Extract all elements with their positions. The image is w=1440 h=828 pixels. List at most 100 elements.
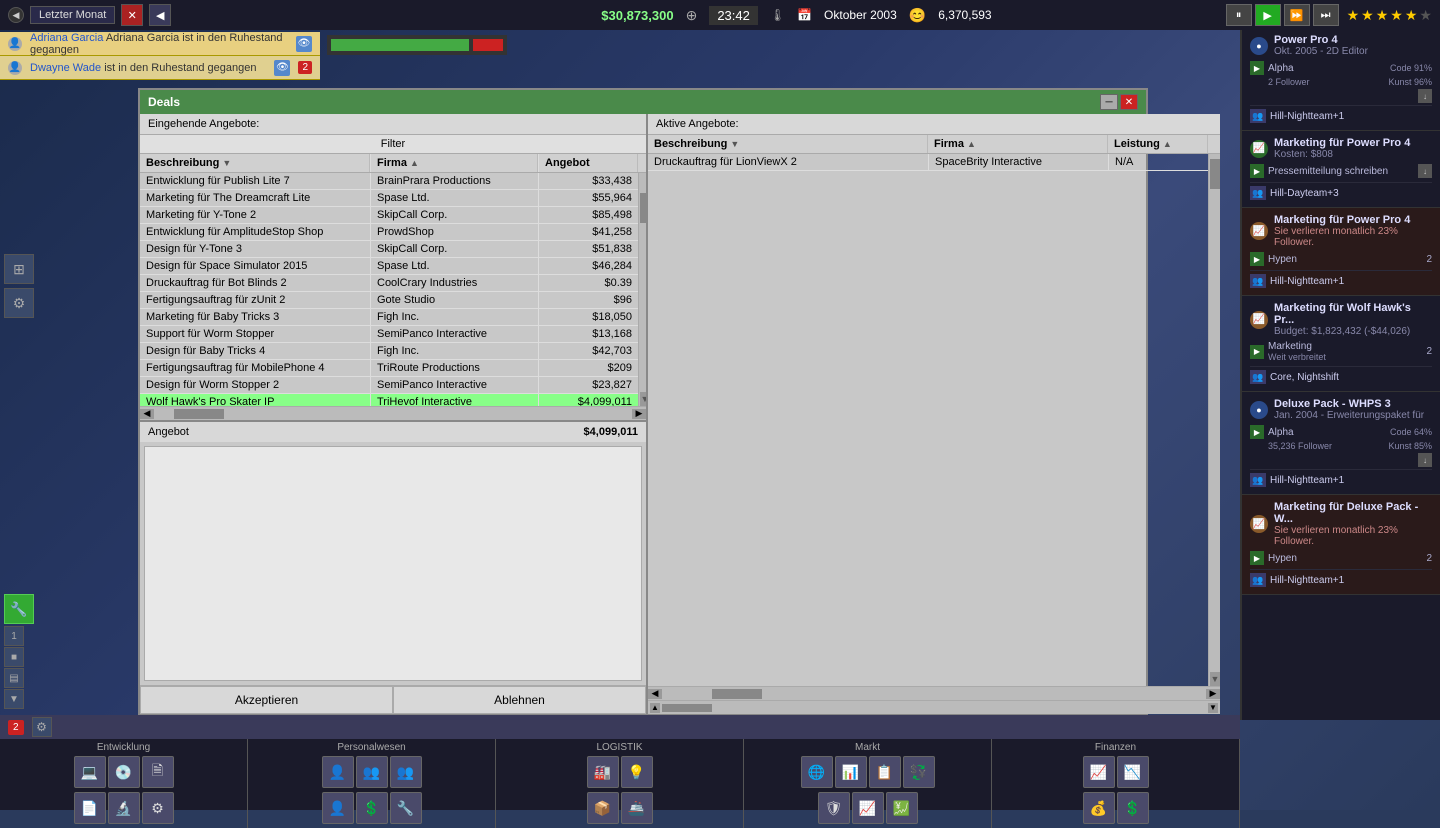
logistik-icon-2[interactable]: 💡 — [621, 756, 653, 788]
sidebar-icon-1[interactable]: 1 — [4, 626, 24, 646]
decline-button[interactable]: Ablehnen — [393, 686, 646, 714]
sidebar-icon-2[interactable]: ■ — [4, 647, 24, 667]
notification-count-badge[interactable]: 2 — [8, 720, 24, 735]
finanzen-icon-3[interactable]: 💰 — [1083, 792, 1115, 824]
task-play-6[interactable]: ▶ — [1250, 551, 1264, 565]
markt-icon-4[interactable]: 💱 — [903, 756, 935, 788]
markt-icon-2[interactable]: 📊 — [835, 756, 867, 788]
filter-row[interactable]: Filter — [140, 135, 646, 154]
task-play-5[interactable]: ▶ — [1250, 425, 1264, 439]
table-row[interactable]: Druckauftrag für LionViewX 2 SpaceBrity … — [648, 154, 1208, 171]
deals-titlebar: Deals ─ ✕ — [140, 90, 1146, 114]
personal-icon-5[interactable]: 💲 — [356, 792, 388, 824]
table-row[interactable]: Fertigungsauftrag für zUnit 2 Gote Studi… — [140, 292, 638, 309]
finanzen-icon-2[interactable]: 📉 — [1117, 756, 1149, 788]
notification-eye-1[interactable]: 👁 — [296, 36, 312, 52]
task-play-1[interactable]: ▶ — [1250, 61, 1264, 75]
table-row[interactable]: Marketing für The Dreamcraft Lite Spase … — [140, 190, 638, 207]
scroll-indicator-left[interactable]: ▼ — [638, 173, 646, 406]
entwicklung-icon-3[interactable]: 🗎 — [142, 756, 174, 788]
table-row[interactable]: Entwicklung für AmplitudeStop Shop Prowd… — [140, 224, 638, 241]
table-row[interactable]: Fertigungsauftrag für MobilePhone 4 TriR… — [140, 360, 638, 377]
hscroll-left[interactable]: ◀ ▶ — [140, 406, 646, 420]
table-row[interactable]: Design für Space Simulator 2015 Spase Lt… — [140, 258, 638, 275]
task-play-3[interactable]: ▶ — [1250, 252, 1264, 266]
offer-section: Angebot $4,099,011 — [140, 420, 646, 442]
back-button[interactable]: ◀ — [8, 7, 24, 23]
vscroll-right-bottom[interactable]: ▲ ▼ — [648, 700, 1220, 714]
personal-icon-4[interactable]: 👤 — [322, 792, 354, 824]
scroll-thumb-right[interactable] — [1210, 159, 1220, 189]
sidebar-sub-2: Kosten: $808 — [1274, 149, 1410, 160]
col-header-offer[interactable]: Angebot — [538, 154, 638, 172]
markt-icon-5[interactable]: 🛡 — [818, 792, 850, 824]
layers-icon[interactable]: ⊞ — [4, 254, 34, 284]
table-row[interactable]: Design für Baby Tricks 4 Figh Inc. $42,7… — [140, 343, 638, 360]
wrench-icon[interactable]: 🔧 — [4, 594, 34, 624]
entwicklung-icon-2[interactable]: 💿 — [108, 756, 140, 788]
entwicklung-icon-6[interactable]: ⚙ — [142, 792, 174, 824]
settings-toolbar-icon[interactable]: ⚙ — [32, 717, 52, 737]
markt-icon-3[interactable]: 📋 — [869, 756, 901, 788]
logistik-icon-3[interactable]: 📦 — [587, 792, 619, 824]
incoming-table-scroll[interactable]: Entwicklung für Publish Lite 7 BrainPrar… — [140, 173, 646, 406]
table-row[interactable]: Wolf Hawk's Pro Skater IP TriHevof Inter… — [140, 394, 638, 406]
markt-icon-1[interactable]: 🌐 — [801, 756, 833, 788]
deals-title: Deals — [148, 95, 180, 109]
expand-press[interactable]: ↓ — [1418, 164, 1432, 178]
finanzen-icon-4[interactable]: 💲 — [1117, 792, 1149, 824]
active-table-scroll[interactable]: Druckauftrag für LionViewX 2 SpaceBrity … — [648, 154, 1220, 686]
sidebar-item-header-5: ● Deluxe Pack - WHPS 3 Jan. 2004 - Erwei… — [1250, 396, 1432, 423]
scroll-indicator-right[interactable]: ▼ — [1208, 154, 1220, 686]
logistik-icon-4[interactable]: 🚢 — [621, 792, 653, 824]
play-button[interactable]: ▶ — [1255, 4, 1281, 26]
personal-icon-3[interactable]: 👥 — [390, 756, 422, 788]
sidebar-icon-3[interactable]: ▤ — [4, 668, 24, 688]
fast-forward-button[interactable]: ⏩ — [1284, 4, 1310, 26]
close-nav-button[interactable]: ✕ — [121, 4, 143, 26]
table-row[interactable]: Marketing für Baby Tricks 3 Figh Inc. $1… — [140, 309, 638, 326]
markt-icon-6[interactable]: 📈 — [852, 792, 884, 824]
minimize-button[interactable]: ─ — [1100, 94, 1118, 110]
expand-1[interactable]: ↓ — [1418, 89, 1432, 103]
markt-icon-7[interactable]: 💹 — [886, 792, 918, 824]
prev-button[interactable]: ◀ — [149, 4, 171, 26]
col-header-desc[interactable]: Beschreibung ▼ — [140, 154, 370, 172]
fastest-button[interactable]: ⏭ — [1313, 4, 1339, 26]
scroll-thumb-left[interactable] — [640, 193, 646, 223]
right-col-desc[interactable]: Beschreibung ▼ — [648, 135, 928, 153]
entwicklung-icon-5[interactable]: 🔬 — [108, 792, 140, 824]
col-header-firm[interactable]: Firma ▲ — [370, 154, 538, 172]
right-col-firm[interactable]: Firma ▲ — [928, 135, 1108, 153]
notification-eye-2[interactable]: 👁 — [274, 60, 290, 76]
personal-icon-2[interactable]: 👥 — [356, 756, 388, 788]
notification-link-2[interactable]: Dwayne Wade — [30, 62, 101, 74]
expand-2[interactable]: ↓ — [1418, 453, 1432, 467]
personal-icon-1[interactable]: 👤 — [322, 756, 354, 788]
hscroll-right[interactable]: ◀ ▶ — [648, 686, 1220, 700]
task-play-2[interactable]: ▶ — [1250, 164, 1264, 178]
settings-icon[interactable]: ⚙ — [4, 288, 34, 318]
entwicklung-icon-1[interactable]: 💻 — [74, 756, 106, 788]
close-button[interactable]: ✕ — [1120, 94, 1138, 110]
hscroll-thumb-right[interactable] — [712, 689, 762, 699]
table-row[interactable]: Support für Worm Stopper SemiPanco Inter… — [140, 326, 638, 343]
entwicklung-icon-4[interactable]: 📄 — [74, 792, 106, 824]
section-label-personal: Personalwesen — [248, 741, 495, 754]
table-row[interactable]: Marketing für Y-Tone 2 SkipCall Corp. $8… — [140, 207, 638, 224]
sidebar-icon-4[interactable]: ▼ — [4, 689, 24, 709]
accept-button[interactable]: Akzeptieren — [140, 686, 393, 714]
personal-icon-6[interactable]: 🔧 — [390, 792, 422, 824]
finanzen-icon-1[interactable]: 📈 — [1083, 756, 1115, 788]
notification-link-1[interactable]: Adriana Garcia — [30, 32, 103, 44]
pause-button[interactable]: ⏸ — [1226, 4, 1252, 26]
table-row[interactable]: Design für Worm Stopper 2 SemiPanco Inte… — [140, 377, 638, 394]
right-col-leistung[interactable]: Leistung ▲ — [1108, 135, 1208, 153]
table-row[interactable]: Design für Y-Tone 3 SkipCall Corp. $51,8… — [140, 241, 638, 258]
table-row[interactable]: Entwicklung für Publish Lite 7 BrainPrar… — [140, 173, 638, 190]
right-sort-desc-icon: ▼ — [730, 139, 739, 149]
task-play-4[interactable]: ▶ — [1250, 345, 1264, 359]
hscroll-thumb-left[interactable] — [174, 409, 224, 419]
logistik-icon-1[interactable]: 🏭 — [587, 756, 619, 788]
table-row[interactable]: Druckauftrag für Bot Blinds 2 CoolCrary … — [140, 275, 638, 292]
